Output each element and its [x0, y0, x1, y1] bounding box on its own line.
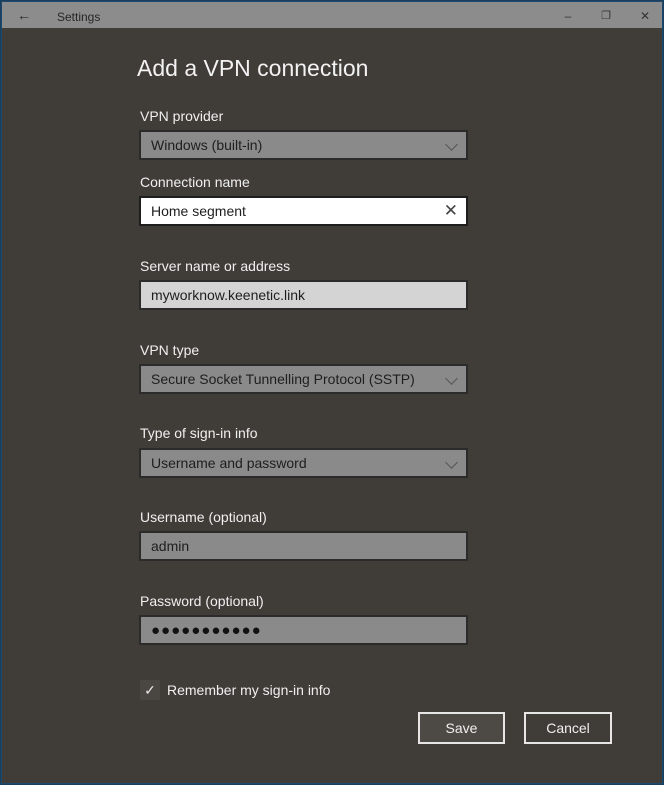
- chevron-down-icon: [445, 138, 458, 151]
- connection-name-label: Connection name: [140, 174, 250, 190]
- username-input[interactable]: admin: [139, 531, 468, 561]
- vpn-type-label: VPN type: [140, 342, 200, 358]
- username-value: admin: [151, 538, 190, 554]
- settings-window: ← Settings – ❐ ✕ Add a VPN connection VP…: [1, 1, 663, 784]
- window-title: Settings: [57, 10, 101, 24]
- page-title: Add a VPN connection: [137, 55, 369, 81]
- remember-checkbox[interactable]: ✓: [140, 680, 160, 700]
- back-arrow-icon[interactable]: ←: [12, 5, 36, 25]
- close-icon[interactable]: ✕: [630, 6, 660, 26]
- signin-type-select[interactable]: Username and password: [139, 448, 468, 478]
- password-label: Password (optional): [140, 593, 264, 609]
- chevron-down-icon: [445, 456, 458, 469]
- vpn-type-select[interactable]: Secure Socket Tunnelling Protocol (SSTP): [139, 364, 468, 394]
- connection-name-value: Home segment: [151, 203, 246, 219]
- chevron-down-icon: [445, 372, 458, 385]
- checkmark-icon: ✓: [144, 682, 156, 698]
- server-label: Server name or address: [140, 258, 291, 274]
- minimize-icon[interactable]: –: [553, 6, 583, 26]
- server-value: myworknow.keenetic.link: [151, 287, 306, 303]
- signin-type-label: Type of sign-in info: [140, 425, 258, 441]
- vpn-provider-label: VPN provider: [140, 108, 224, 124]
- server-input[interactable]: myworknow.keenetic.link: [139, 280, 468, 310]
- restore-icon[interactable]: ❐: [591, 6, 621, 26]
- cancel-button[interactable]: Cancel: [524, 712, 612, 744]
- save-button[interactable]: Save: [418, 712, 505, 744]
- clear-icon[interactable]: ✕: [444, 198, 458, 224]
- signin-type-value: Username and password: [151, 455, 307, 471]
- password-value: ●●●●●●●●●●●: [151, 622, 262, 639]
- title-bar: ← Settings – ❐ ✕: [2, 2, 662, 28]
- remember-label[interactable]: Remember my sign-in info: [167, 682, 330, 698]
- username-label: Username (optional): [140, 509, 267, 525]
- vpn-provider-value: Windows (built-in): [151, 137, 263, 153]
- connection-name-input[interactable]: Home segment ✕: [139, 196, 468, 226]
- vpn-type-value: Secure Socket Tunnelling Protocol (SSTP): [151, 371, 415, 387]
- vpn-provider-select[interactable]: Windows (built-in): [139, 130, 468, 160]
- password-input[interactable]: ●●●●●●●●●●●: [139, 615, 468, 645]
